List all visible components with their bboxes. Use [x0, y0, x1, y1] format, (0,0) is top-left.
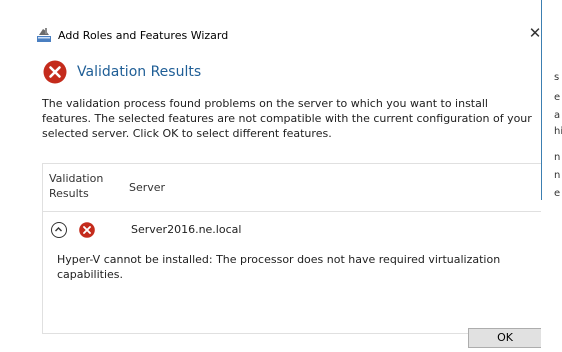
server-manager-icon: [36, 27, 52, 43]
background-text: n: [554, 152, 561, 163]
error-icon: [43, 60, 67, 84]
background-text: n: [554, 170, 561, 181]
window-title: Add Roles and Features Wizard: [58, 28, 229, 42]
title-bar: Add Roles and Features Wizard: [36, 26, 228, 44]
description-text: The validation process found problems on…: [42, 97, 532, 140]
table-header: Validation Results Server: [43, 164, 541, 212]
validation-message: Hyper-V cannot be installed: The process…: [57, 253, 501, 281]
wizard-dialog: Add Roles and Features Wizard ✕ Validati…: [28, 18, 554, 352]
ok-button[interactable]: OK: [468, 328, 542, 348]
background-text: a: [554, 110, 561, 121]
screen: Add Roles and Features Wizard ✕ Validati…: [0, 0, 562, 352]
background-window: s e a hi n n e: [541, 0, 562, 352]
server-name: Server2016.ne.local: [131, 223, 242, 236]
error-icon: [79, 222, 95, 238]
background-window-border: [541, 0, 542, 200]
column-header-server[interactable]: Server: [129, 181, 165, 194]
background-text: hi: [554, 126, 562, 137]
background-text: e: [554, 188, 561, 199]
page-header: Validation Results: [43, 60, 201, 84]
background-text: e: [554, 92, 561, 103]
table-row: Server2016.ne.local Hyper-V cannot be in…: [43, 212, 541, 296]
collapse-chevron-icon[interactable]: [51, 222, 67, 238]
column-header-validation-results[interactable]: Validation Results: [49, 171, 119, 201]
page-title: Validation Results: [77, 64, 202, 80]
background-text: s: [554, 72, 560, 83]
results-panel: Validation Results Server Server2016.ne.…: [42, 163, 542, 334]
